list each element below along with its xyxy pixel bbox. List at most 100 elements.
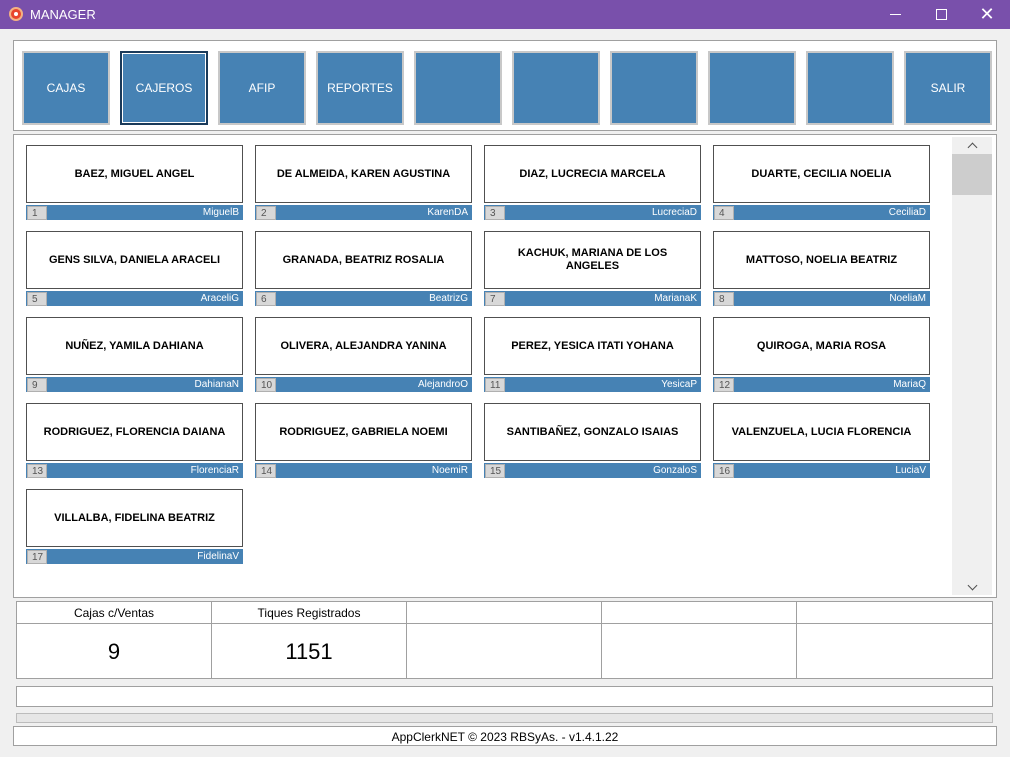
cashier-number: 4 xyxy=(714,206,734,220)
cashier-info-bar: 10 AlejandroO xyxy=(255,377,472,392)
stat-value xyxy=(797,624,992,679)
cashier-info-bar: 17 FidelinaV xyxy=(26,549,243,564)
window-title: MANAGER xyxy=(30,7,96,22)
cashier-card[interactable]: GENS SILVA, DANIELA ARACELI 5 AraceliG xyxy=(26,231,243,307)
cashier-info-bar: 14 NoemiR xyxy=(255,463,472,478)
cashier-username: CeciliaD xyxy=(888,207,926,218)
cashier-card[interactable]: VALENZUELA, LUCIA FLORENCIA 16 LuciaV xyxy=(713,403,930,479)
cashier-info-bar: 13 FlorenciaR xyxy=(26,463,243,478)
cashier-card[interactable]: NUÑEZ, YAMILA DAHIANA 9 DahianaN xyxy=(26,317,243,393)
reportes-button[interactable]: REPORTES xyxy=(316,51,404,125)
cashier-number: 17 xyxy=(27,550,47,564)
cashier-info-bar: 15 GonzaloS xyxy=(484,463,701,478)
cashier-username: NoeliaM xyxy=(889,293,926,304)
chevron-down-icon xyxy=(967,580,977,590)
cashier-username: MiguelB xyxy=(202,207,239,218)
cashier-name: OLIVERA, ALEJANDRA YANINA xyxy=(255,317,472,375)
cashier-info-bar: 9 DahianaN xyxy=(26,377,243,392)
cashier-username: YesicaP xyxy=(661,379,697,390)
cashier-name: MATTOSO, NOELIA BEATRIZ xyxy=(713,231,930,289)
stat-empty-1 xyxy=(407,602,602,679)
cashier-card[interactable]: KACHUK, MARIANA DE LOS ANGELES 7 MarianaK xyxy=(484,231,701,307)
cashier-name: DUARTE, CECILIA NOELIA xyxy=(713,145,930,203)
salir-button[interactable]: SALIR xyxy=(904,51,992,125)
cajeros-button[interactable]: CAJEROS xyxy=(120,51,208,125)
cashier-card[interactable]: QUIROGA, MARIA ROSA 12 MariaQ xyxy=(713,317,930,393)
stat-value xyxy=(407,624,601,679)
cashier-card[interactable]: BAEZ, MIGUEL ANGEL 1 MiguelB xyxy=(26,145,243,221)
cashier-number: 10 xyxy=(256,378,276,392)
minimize-icon xyxy=(889,14,901,15)
cashier-username: FidelinaV xyxy=(197,551,239,562)
scroll-up-button[interactable] xyxy=(952,137,992,153)
close-button[interactable]: ✕ xyxy=(964,0,1010,29)
cashier-info-bar: 8 NoeliaM xyxy=(713,291,930,306)
cashier-card[interactable]: PEREZ, YESICA ITATI YOHANA 11 YesicaP xyxy=(484,317,701,393)
maximize-button[interactable] xyxy=(918,0,964,29)
cashier-info-bar: 5 AraceliG xyxy=(26,291,243,306)
cashier-number: 8 xyxy=(714,292,734,306)
cashier-username: AraceliG xyxy=(200,293,239,304)
stat-empty-3 xyxy=(797,602,992,679)
cashier-number: 5 xyxy=(27,292,47,306)
cashier-name: DE ALMEIDA, KAREN AGUSTINA xyxy=(255,145,472,203)
cashier-info-bar: 12 MariaQ xyxy=(713,377,930,392)
cashier-info-bar: 1 MiguelB xyxy=(26,205,243,220)
cashier-username: KarenDA xyxy=(427,207,468,218)
cashier-username: BeatrizG xyxy=(429,293,468,304)
chevron-up-icon xyxy=(967,142,977,152)
stat-label: Tiques Registrados xyxy=(212,602,406,624)
stat-value: 9 xyxy=(107,639,121,664)
stats-panel: Cajas c/Ventas 9 Tiques Registrados 1151 xyxy=(16,601,993,679)
cashier-card[interactable]: RODRIGUEZ, GABRIELA NOEMI 14 NoemiR xyxy=(255,403,472,479)
empty-button-4[interactable] xyxy=(708,51,796,125)
cajas-button[interactable]: CAJAS xyxy=(22,51,110,125)
stat-label xyxy=(407,602,601,624)
stat-cajas-ventas: Cajas c/Ventas 9 xyxy=(17,602,212,679)
cashier-number: 11 xyxy=(485,378,505,392)
cashier-card[interactable]: DIAZ, LUCRECIA MARCELA 3 LucreciaD xyxy=(484,145,701,221)
scroll-thumb[interactable] xyxy=(952,154,992,195)
status-text-box xyxy=(16,686,993,707)
minimize-button[interactable] xyxy=(872,0,918,29)
cashier-number: 15 xyxy=(485,464,505,478)
cashier-card[interactable]: DUARTE, CECILIA NOELIA 4 CeciliaD xyxy=(713,145,930,221)
empty-button-2[interactable] xyxy=(512,51,600,125)
cashier-number: 1 xyxy=(27,206,47,220)
cashier-number: 16 xyxy=(714,464,734,478)
cashier-username: MariaQ xyxy=(893,379,926,390)
cashier-card[interactable]: OLIVERA, ALEJANDRA YANINA 10 AlejandroO xyxy=(255,317,472,393)
vertical-scrollbar[interactable] xyxy=(952,137,992,595)
stat-label xyxy=(797,602,992,624)
cashier-name: NUÑEZ, YAMILA DAHIANA xyxy=(26,317,243,375)
cashier-username: LuciaV xyxy=(895,465,926,476)
cashier-card[interactable]: DE ALMEIDA, KAREN AGUSTINA 2 KarenDA xyxy=(255,145,472,221)
cashier-card[interactable]: VILLALBA, FIDELINA BEATRIZ 17 FidelinaV xyxy=(26,489,243,565)
cashier-card[interactable]: RODRIGUEZ, FLORENCIA DAIANA 13 FlorenciaR xyxy=(26,403,243,479)
cashier-name: SANTIBAÑEZ, GONZALO ISAIAS xyxy=(484,403,701,461)
empty-button-3[interactable] xyxy=(610,51,698,125)
cashier-card[interactable]: SANTIBAÑEZ, GONZALO ISAIAS 15 GonzaloS xyxy=(484,403,701,479)
close-icon: ✕ xyxy=(979,4,995,24)
empty-button-1[interactable] xyxy=(414,51,502,125)
cashier-number: 7 xyxy=(485,292,505,306)
stat-value: 1151 xyxy=(285,639,333,664)
cashier-info-bar: 11 YesicaP xyxy=(484,377,701,392)
cashier-info-bar: 6 BeatrizG xyxy=(255,291,472,306)
footer-version: AppClerkNET © 2023 RBSyAs. - v1.4.1.22 xyxy=(13,726,997,746)
cashier-number: 12 xyxy=(714,378,734,392)
cashier-name: RODRIGUEZ, GABRIELA NOEMI xyxy=(255,403,472,461)
cashier-name: BAEZ, MIGUEL ANGEL xyxy=(26,145,243,203)
afip-button[interactable]: AFIP xyxy=(218,51,306,125)
stat-value xyxy=(602,624,796,679)
cashier-card[interactable]: MATTOSO, NOELIA BEATRIZ 8 NoeliaM xyxy=(713,231,930,307)
cashier-number: 2 xyxy=(256,206,276,220)
cashier-username: MarianaK xyxy=(654,293,697,304)
cashier-card[interactable]: GRANADA, BEATRIZ ROSALIA 6 BeatrizG xyxy=(255,231,472,307)
empty-button-5[interactable] xyxy=(806,51,894,125)
cashier-number: 13 xyxy=(27,464,47,478)
cashier-name: GENS SILVA, DANIELA ARACELI xyxy=(26,231,243,289)
cashier-number: 3 xyxy=(485,206,505,220)
scroll-down-button[interactable] xyxy=(952,579,992,595)
cashier-name: DIAZ, LUCRECIA MARCELA xyxy=(484,145,701,203)
